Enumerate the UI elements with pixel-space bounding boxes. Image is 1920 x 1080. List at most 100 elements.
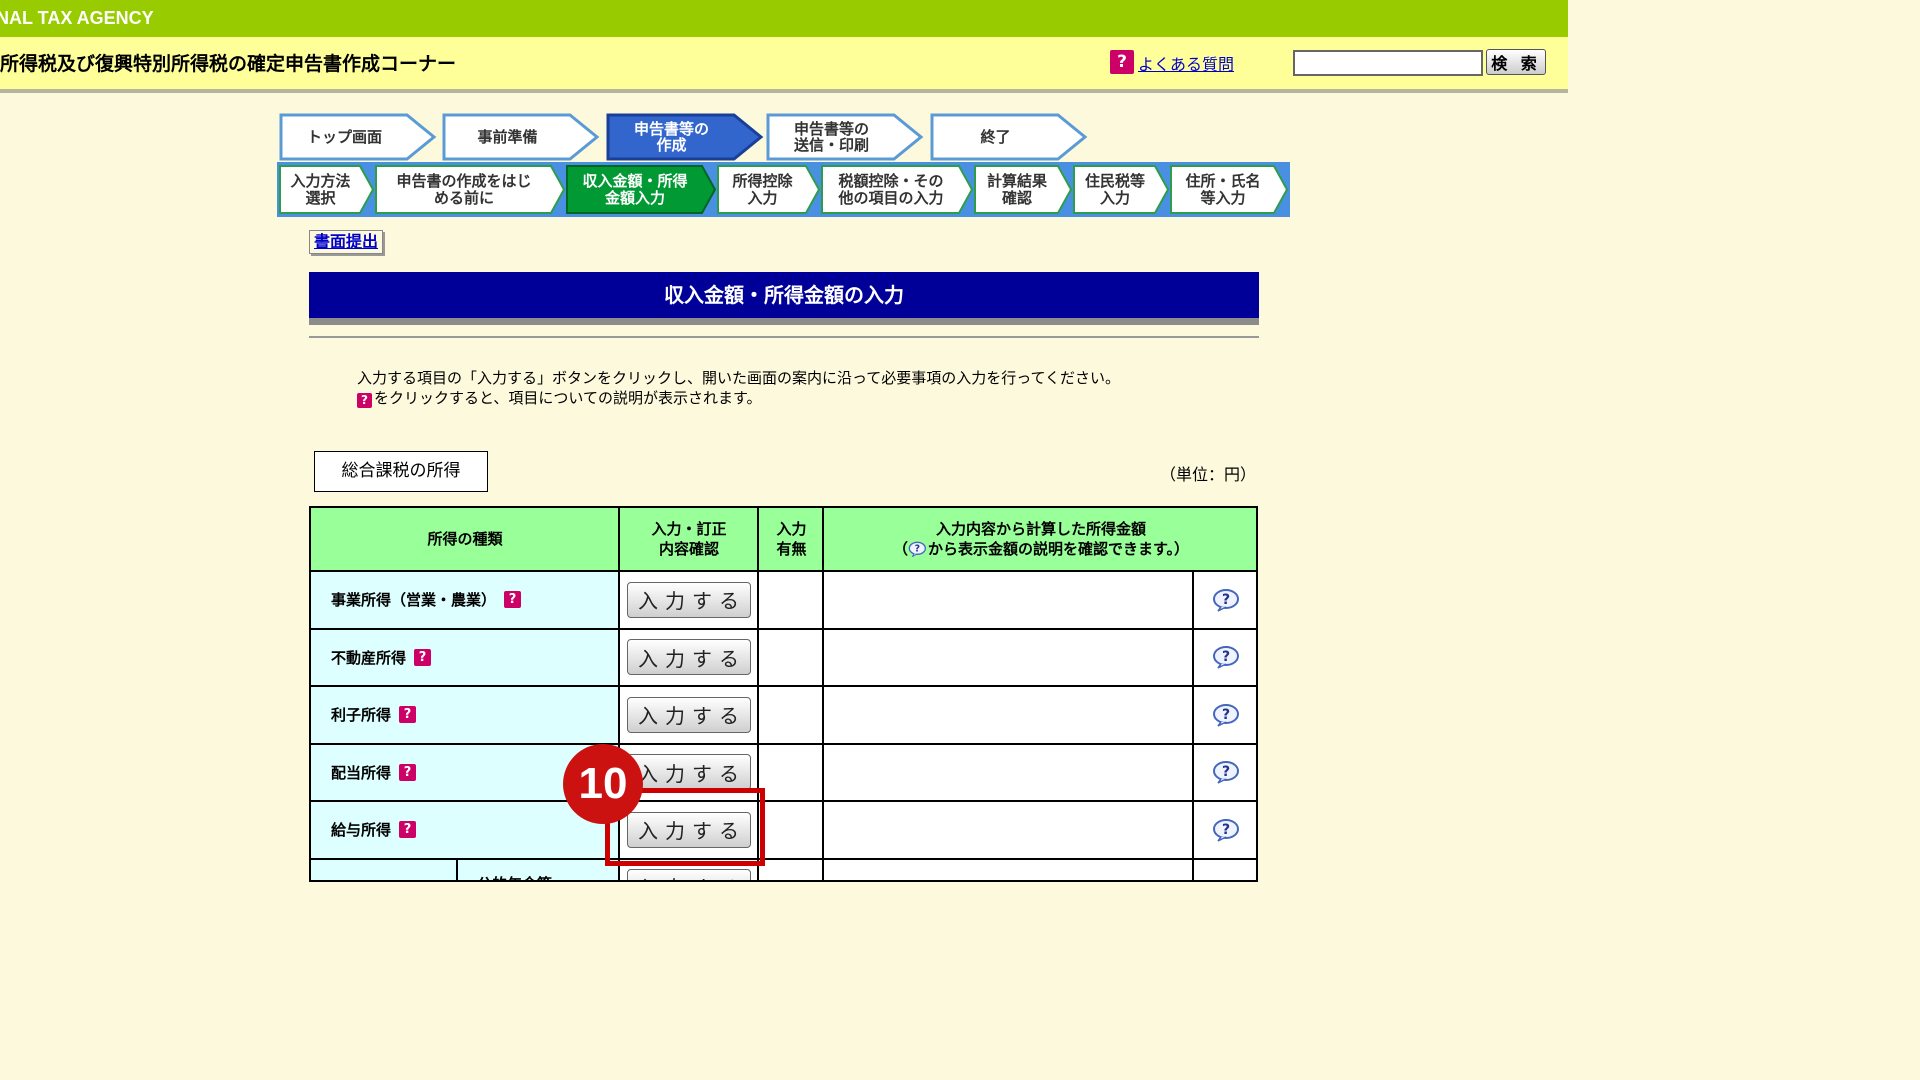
table-row: 不動産所得? 入力する?	[311, 628, 1256, 686]
sub-step-3[interactable]: 収入金額・所得 金額入力	[566, 165, 717, 214]
input-presence-cell	[759, 858, 824, 880]
income-type-cell: 事業所得（営業・農業）?	[311, 571, 619, 629]
svg-text:?: ?	[1222, 649, 1230, 665]
header-calculated-amount: 入力内容から計算した所得金額 （? から表示金額の説明を確認できます。）	[824, 508, 1256, 571]
income-table: 所得の種類 入力・訂正 内容確認 入力 有無 入力内容から計算した所得金額 （?…	[309, 506, 1258, 882]
instruction-text: 入力する項目の「入力する」ボタンをクリックし、開いた画面の案内に沿って必要事項の…	[357, 369, 1121, 387]
step-number-badge: 10	[563, 744, 643, 824]
main-step-label: 申告書等の 作成	[633, 119, 709, 154]
svg-text:?: ?	[1222, 707, 1230, 723]
input-presence-cell	[759, 743, 824, 801]
app-title: 所得税及び復興特別所得税の確定申告書作成コーナー	[0, 53, 457, 75]
help-question-icon[interactable]: ?	[504, 591, 522, 609]
sub-step-4[interactable]: 所得控除 入力	[717, 165, 821, 214]
svg-text:?: ?	[1222, 764, 1230, 780]
amount-cell	[824, 686, 1194, 744]
grid-line	[456, 858, 458, 880]
input-presence-cell	[759, 628, 824, 686]
amount-help-cell	[1194, 858, 1256, 880]
help-question-icon[interactable]: ?	[399, 706, 417, 724]
grid-line	[311, 570, 1256, 572]
help-question-icon[interactable]: ?	[399, 763, 417, 781]
input-button[interactable]: 入力する	[627, 868, 751, 880]
help-question-icon[interactable]: ?	[399, 821, 417, 839]
header-calc-rest: から表示金額の説明を確認できます。）	[928, 539, 1190, 558]
header-presence: 入力 有無	[759, 508, 824, 571]
grid-line	[311, 857, 1256, 860]
amount-help-cell: ?	[1194, 628, 1256, 686]
sub-step-label: 住所・氏名 等入力	[1185, 172, 1261, 207]
amount-help-cell: ?	[1194, 801, 1256, 859]
svg-text:?: ?	[915, 543, 920, 554]
search-button[interactable]: 検 索	[1486, 49, 1546, 75]
main-step-4[interactable]: 申告書等の 送信・印刷	[766, 113, 924, 161]
sub-step-6[interactable]: 計算結果 確認	[974, 165, 1073, 214]
help-balloon-icon[interactable]: ?	[1212, 703, 1240, 727]
table-row: 給与所得? 入力する?	[311, 801, 1256, 859]
grid-line	[311, 800, 1256, 802]
faq-link[interactable]: よくある質問	[1138, 51, 1234, 75]
instruction-help-label: をクリックすると、項目についての説明が表示されます。	[374, 389, 762, 407]
sub-step-label: 申告書の作成をはじ める前に	[396, 172, 532, 207]
amount-cell	[824, 628, 1194, 686]
income-type-label: 給与所得	[331, 821, 392, 840]
help-balloon-icon[interactable]: ?	[1212, 645, 1240, 669]
instruction-help-text: ? をクリックすると、項目についての説明が表示されます。	[357, 387, 761, 408]
help-balloon-icon[interactable]: ?	[1212, 818, 1240, 842]
income-type-label: 事業所得（営業・農業）	[331, 591, 497, 610]
table-row: 事業所得（営業・農業）? 入力する?	[311, 571, 1256, 629]
income-type-label: 不動産所得	[331, 648, 407, 667]
main-step-label: 申告書等の 送信・印刷	[793, 119, 869, 154]
input-presence-cell	[759, 686, 824, 744]
income-type-label: 配当所得	[331, 763, 392, 782]
input-button-cell: 入力する	[619, 571, 759, 629]
svg-text:?: ?	[1222, 592, 1230, 608]
help-question-icon: ?	[357, 393, 372, 408]
unit-label: （単位：円）	[1160, 465, 1257, 484]
grid-line	[822, 508, 824, 880]
grid-line	[1192, 570, 1194, 880]
input-button-cell: 入力する	[619, 686, 759, 744]
sub-step-label: 収入金額・所得 金額入力	[582, 172, 688, 207]
header-calc-line2: （? から表示金額の説明を確認できます。）	[893, 540, 1189, 560]
input-button[interactable]: 入力する	[627, 581, 751, 618]
income-type-cell: 利子所得?	[311, 686, 619, 744]
main-step-2[interactable]: 事前準備	[442, 113, 600, 161]
sub-income-type-cell: 公的年金等	[457, 858, 619, 881]
income-type-cell: 不動産所得?	[311, 628, 619, 686]
amount-help-cell: ?	[1194, 571, 1256, 629]
header-help-icon: ?	[908, 541, 928, 558]
sub-step-5[interactable]: 税額控除・その 他の項目の入力	[821, 165, 974, 214]
main-step-3[interactable]: 申告書等の 作成	[606, 113, 764, 161]
document-submit-link[interactable]: 書面提出	[309, 230, 384, 254]
agency-banner: NAL TAX AGENCY	[0, 0, 1568, 37]
faq-question-icon[interactable]: ?	[1110, 50, 1134, 74]
search-input[interactable]	[1293, 50, 1483, 76]
sub-step-label: 税額控除・その 他の項目の入力	[838, 172, 944, 207]
input-button[interactable]: 入力する	[627, 639, 751, 676]
main-step-1[interactable]: トップ画面	[279, 113, 437, 161]
svg-text:?: ?	[1222, 822, 1230, 838]
grid-line	[311, 685, 1256, 687]
help-balloon-icon[interactable]: ?	[1212, 588, 1240, 612]
main-step-label: 終了	[980, 127, 1011, 146]
amount-cell	[824, 858, 1194, 880]
sub-step-7[interactable]: 住民税等 入力	[1073, 165, 1170, 214]
header-calc-line1: 入力内容から計算した所得金額	[935, 520, 1146, 538]
input-button[interactable]: 入力する	[627, 754, 751, 791]
table-row: 利子所得? 入力する?	[311, 686, 1256, 744]
sub-step-label: 住民税等 入力	[1084, 172, 1145, 207]
input-button[interactable]: 入力する	[627, 696, 751, 733]
help-balloon-icon[interactable]: ?	[1212, 760, 1240, 784]
grid-line	[311, 627, 1256, 630]
main-step-5[interactable]: 終了	[930, 113, 1088, 161]
income-type-cell	[311, 858, 457, 880]
sub-income-type-label: 公的年金等	[477, 873, 552, 881]
sub-step-1[interactable]: 入力方法 選択	[279, 165, 375, 214]
table-row: 配当所得? 入力する?	[311, 743, 1256, 801]
input-presence-cell	[759, 571, 824, 629]
amount-help-cell: ?	[1194, 686, 1256, 744]
help-question-icon[interactable]: ?	[414, 648, 432, 666]
sub-step-8[interactable]: 住所・氏名 等入力	[1170, 165, 1289, 214]
sub-step-2[interactable]: 申告書の作成をはじ める前に	[375, 165, 566, 214]
